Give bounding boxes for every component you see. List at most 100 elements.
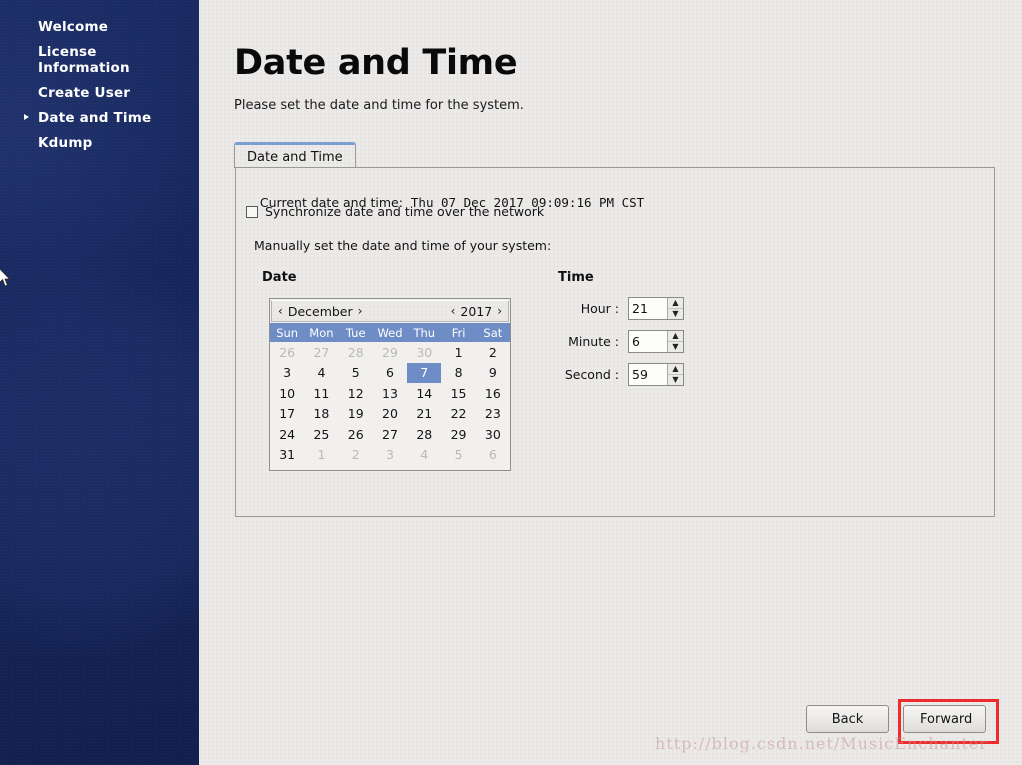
- minute-spinner[interactable]: ▲▼: [628, 329, 684, 353]
- calendar-year-nav: ‹ 2017 ›: [451, 304, 502, 319]
- calendar-day-cell[interactable]: 14: [407, 383, 442, 404]
- prev-month-icon[interactable]: ‹: [278, 304, 283, 318]
- back-button[interactable]: Back: [806, 705, 889, 733]
- calendar-header: ‹ December › ‹ 2017 ›: [271, 300, 509, 322]
- calendar-month-nav: ‹ December ›: [278, 304, 362, 319]
- calendar-day-cell[interactable]: 16: [475, 383, 510, 404]
- minute-decrement-icon[interactable]: ▼: [668, 341, 683, 352]
- second-label: Second :: [564, 366, 619, 382]
- calendar-day-cell[interactable]: 5: [441, 444, 476, 465]
- manual-set-label: Manually set the date and time of your s…: [254, 238, 552, 253]
- sidebar-item-kdump[interactable]: Kdump: [0, 134, 199, 152]
- calendar-day-cell[interactable]: 3: [270, 362, 305, 383]
- calendar-day-cell[interactable]: 28: [338, 342, 373, 363]
- calendar-day-cell[interactable]: 3: [372, 444, 408, 465]
- calendar-weekday-thu: Thu: [407, 323, 442, 342]
- sidebar-item-label: Kdump: [38, 135, 93, 151]
- calendar-day-cell[interactable]: 13: [372, 383, 408, 404]
- calendar-day-cell-selected[interactable]: 7: [407, 362, 442, 383]
- calendar-week-row: 24 25 26 27 28 29 30: [270, 424, 510, 445]
- calendar-day-cell[interactable]: 2: [475, 342, 510, 363]
- calendar-bottom-padding: [270, 465, 510, 470]
- calendar-day-cell[interactable]: 26: [338, 424, 373, 445]
- second-spinner[interactable]: ▲▼: [628, 362, 684, 386]
- sidebar: Welcome License Information Create User …: [0, 0, 199, 765]
- calendar-day-cell[interactable]: 1: [304, 444, 339, 465]
- page-subtitle: Please set the date and time for the sys…: [234, 98, 524, 113]
- sidebar-nav: Welcome License Information Create User …: [0, 18, 199, 152]
- calendar-weekday-fri: Fri: [441, 323, 476, 342]
- calendar-day-cell[interactable]: 27: [372, 424, 408, 445]
- calendar-day-cell[interactable]: 10: [270, 383, 305, 404]
- hour-increment-icon[interactable]: ▲: [668, 297, 683, 309]
- calendar-week-row: 10 11 12 13 14 15 16: [270, 383, 510, 404]
- calendar-day-cell[interactable]: 28: [407, 424, 442, 445]
- calendar-day-cell[interactable]: 21: [407, 403, 442, 424]
- sidebar-item-date-and-time[interactable]: Date and Time: [0, 109, 199, 127]
- next-month-icon[interactable]: ›: [358, 304, 363, 318]
- hour-input[interactable]: [629, 297, 667, 319]
- calendar-day-cell[interactable]: 26: [270, 342, 305, 363]
- hour-stepper: ▲ ▼: [667, 297, 683, 319]
- calendar-day-cell[interactable]: 25: [304, 424, 339, 445]
- calendar-day-cell[interactable]: 12: [338, 383, 373, 404]
- calendar-day-cell[interactable]: 27: [304, 342, 339, 363]
- calendar-day-cell[interactable]: 24: [270, 424, 305, 445]
- calendar-day-cell[interactable]: 5: [338, 362, 373, 383]
- calendar-day-cell[interactable]: 15: [441, 383, 476, 404]
- sidebar-item-welcome[interactable]: Welcome: [0, 18, 199, 36]
- calendar-weekday-row: Sun Mon Tue Wed Thu Fri Sat: [270, 323, 510, 342]
- minute-input[interactable]: [629, 330, 667, 352]
- calendar-day-cell[interactable]: 29: [441, 424, 476, 445]
- sidebar-item-create-user[interactable]: Create User: [0, 84, 199, 102]
- sync-network-row[interactable]: Synchronize date and time over the netwo…: [246, 204, 544, 219]
- time-section-heading: Time: [558, 270, 594, 285]
- mouse-pointer-icon: [0, 268, 11, 287]
- calendar-day-cell[interactable]: 23: [475, 403, 510, 424]
- minute-row: Minute : ▲▼: [546, 329, 684, 353]
- calendar-day-cell[interactable]: 2: [338, 444, 373, 465]
- calendar-week-row: 17 18 19 20 21 22 23: [270, 403, 510, 424]
- sidebar-item-label: Date and Time: [38, 110, 152, 126]
- calendar-day-cell[interactable]: 11: [304, 383, 339, 404]
- prev-year-icon[interactable]: ‹: [451, 304, 456, 318]
- minute-increment-icon[interactable]: ▲: [668, 330, 683, 342]
- minute-stepper: ▲ ▼: [667, 330, 683, 352]
- calendar-weekday-tue: Tue: [338, 323, 373, 342]
- sidebar-item-label: Create User: [38, 85, 131, 101]
- calendar-day-cell[interactable]: 30: [407, 342, 442, 363]
- page-title: Date and Time: [234, 43, 518, 84]
- calendar-day-cell[interactable]: 4: [407, 444, 442, 465]
- calendar-day-cell[interactable]: 17: [270, 403, 305, 424]
- calendar-month-label: December: [287, 303, 353, 319]
- calendar-day-cell[interactable]: 9: [475, 362, 510, 383]
- hour-decrement-icon[interactable]: ▼: [668, 308, 683, 319]
- minute-label: Minute :: [568, 333, 619, 349]
- forward-button[interactable]: Forward: [903, 705, 986, 733]
- calendar-day-cell[interactable]: 18: [304, 403, 339, 424]
- calendar-day-cell[interactable]: 4: [304, 362, 339, 383]
- calendar-day-cell[interactable]: 6: [475, 444, 510, 465]
- second-input[interactable]: [629, 363, 667, 385]
- hour-spinner[interactable]: ▲▼: [628, 296, 684, 320]
- calendar-day-cell[interactable]: 20: [372, 403, 408, 424]
- calendar-day-cell[interactable]: 8: [441, 362, 476, 383]
- second-increment-icon[interactable]: ▲: [668, 363, 683, 375]
- hour-row: Hour : ▲▼: [546, 296, 684, 320]
- calendar-day-cell[interactable]: 22: [441, 403, 476, 424]
- sidebar-item-license-information[interactable]: License Information: [0, 43, 199, 77]
- calendar-week-row: 26 27 28 29 30 1 2: [270, 342, 510, 363]
- calendar-day-cell[interactable]: 31: [270, 444, 305, 465]
- date-section-heading: Date: [262, 270, 297, 285]
- calendar-day-cell[interactable]: 1: [441, 342, 476, 363]
- sync-network-checkbox[interactable]: [246, 205, 258, 218]
- calendar-day-cell[interactable]: 19: [338, 403, 373, 424]
- calendar-day-cell[interactable]: 6: [372, 362, 408, 383]
- second-decrement-icon[interactable]: ▼: [668, 374, 683, 385]
- tab-date-and-time[interactable]: Date and Time: [234, 142, 356, 168]
- calendar-widget[interactable]: ‹ December › ‹ 2017 › Sun Mon Tue Wed Thu Fri…: [269, 298, 511, 471]
- calendar-day-cell[interactable]: 29: [372, 342, 408, 363]
- calendar-day-cell[interactable]: 30: [475, 424, 510, 445]
- next-year-icon[interactable]: ›: [497, 304, 502, 318]
- calendar-grid: Sun Mon Tue Wed Thu Fri Sat 26 27 28 29 30 1 2 3 4 5 6 7 8…: [270, 323, 510, 465]
